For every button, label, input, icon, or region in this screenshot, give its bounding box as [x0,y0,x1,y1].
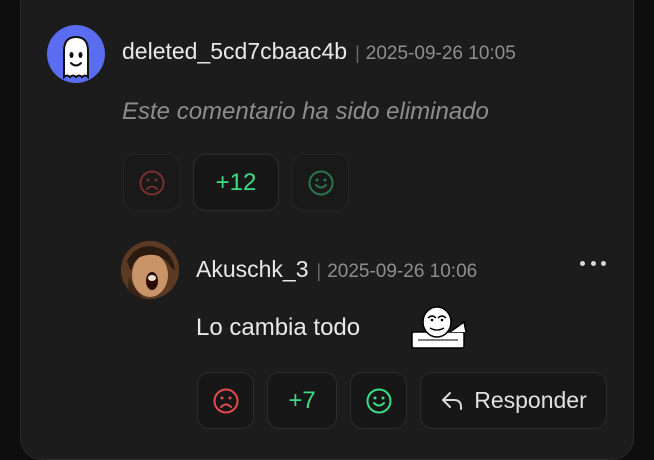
score-value: +12 [215,168,257,196]
timestamp: 2025-09-26 10:06 [327,261,478,282]
upvote-button[interactable] [292,154,349,211]
sad-face-icon [139,170,164,195]
comment-body: Lo cambia todo [196,314,361,341]
separator: | [316,261,322,281]
more-dots-icon [580,260,585,266]
score-badge: +12 [193,154,279,211]
reply-arrow-icon [442,391,463,410]
reply-button[interactable]: Responder [420,372,607,429]
smile-face-icon [366,388,391,413]
timestamp: 2025-09-26 10:05 [365,43,516,64]
score-badge: +7 [267,372,337,429]
comment-body: Este comentario ha sido eliminado [122,98,489,125]
sad-face-icon [213,388,238,413]
comment-header: deleted_5cd7cbaac4b | 2025-09-26 10:05 [122,38,516,65]
score-value: +7 [288,386,316,414]
avatar[interactable] [121,241,179,299]
downvote-button[interactable] [123,154,180,211]
downvote-button[interactable] [197,372,254,429]
upvote-button[interactable] [350,372,407,429]
username[interactable]: deleted_5cd7cbaac4b [122,38,347,65]
ghost-avatar-icon [63,35,89,80]
separator: | [355,43,360,63]
smile-face-icon [308,170,333,195]
reply-button-label: Responder [474,387,587,413]
meme-sticker-icon [410,302,468,350]
avatar[interactable] [47,25,105,83]
comment-header: Akuschk_3 | 2025-09-26 10:06 [196,256,477,283]
user-photo-icon [121,241,179,299]
more-options-button[interactable] [580,258,606,268]
username[interactable]: Akuschk_3 [196,256,309,283]
